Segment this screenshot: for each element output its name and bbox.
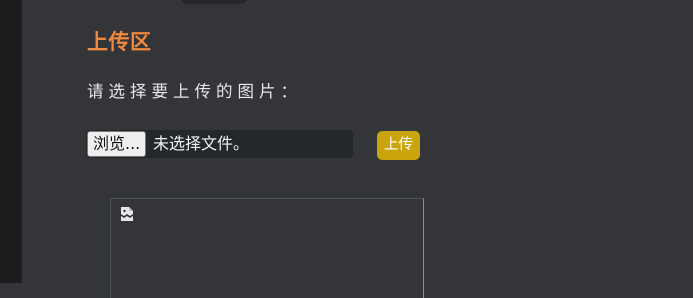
top-tab[interactable] [181,0,247,4]
upload-section-title: 上传区 [87,30,152,54]
file-input[interactable]: 浏览... 未选择文件。 [86,130,353,158]
upload-button[interactable]: 上传 [377,131,420,160]
browse-button[interactable]: 浏览... [87,131,147,157]
broken-image-icon [119,206,135,222]
left-sidebar [0,0,22,283]
image-preview [110,198,424,298]
upload-prompt: 请选择要上传的图片： [87,82,302,101]
file-status: 未选择文件。 [153,134,250,153]
